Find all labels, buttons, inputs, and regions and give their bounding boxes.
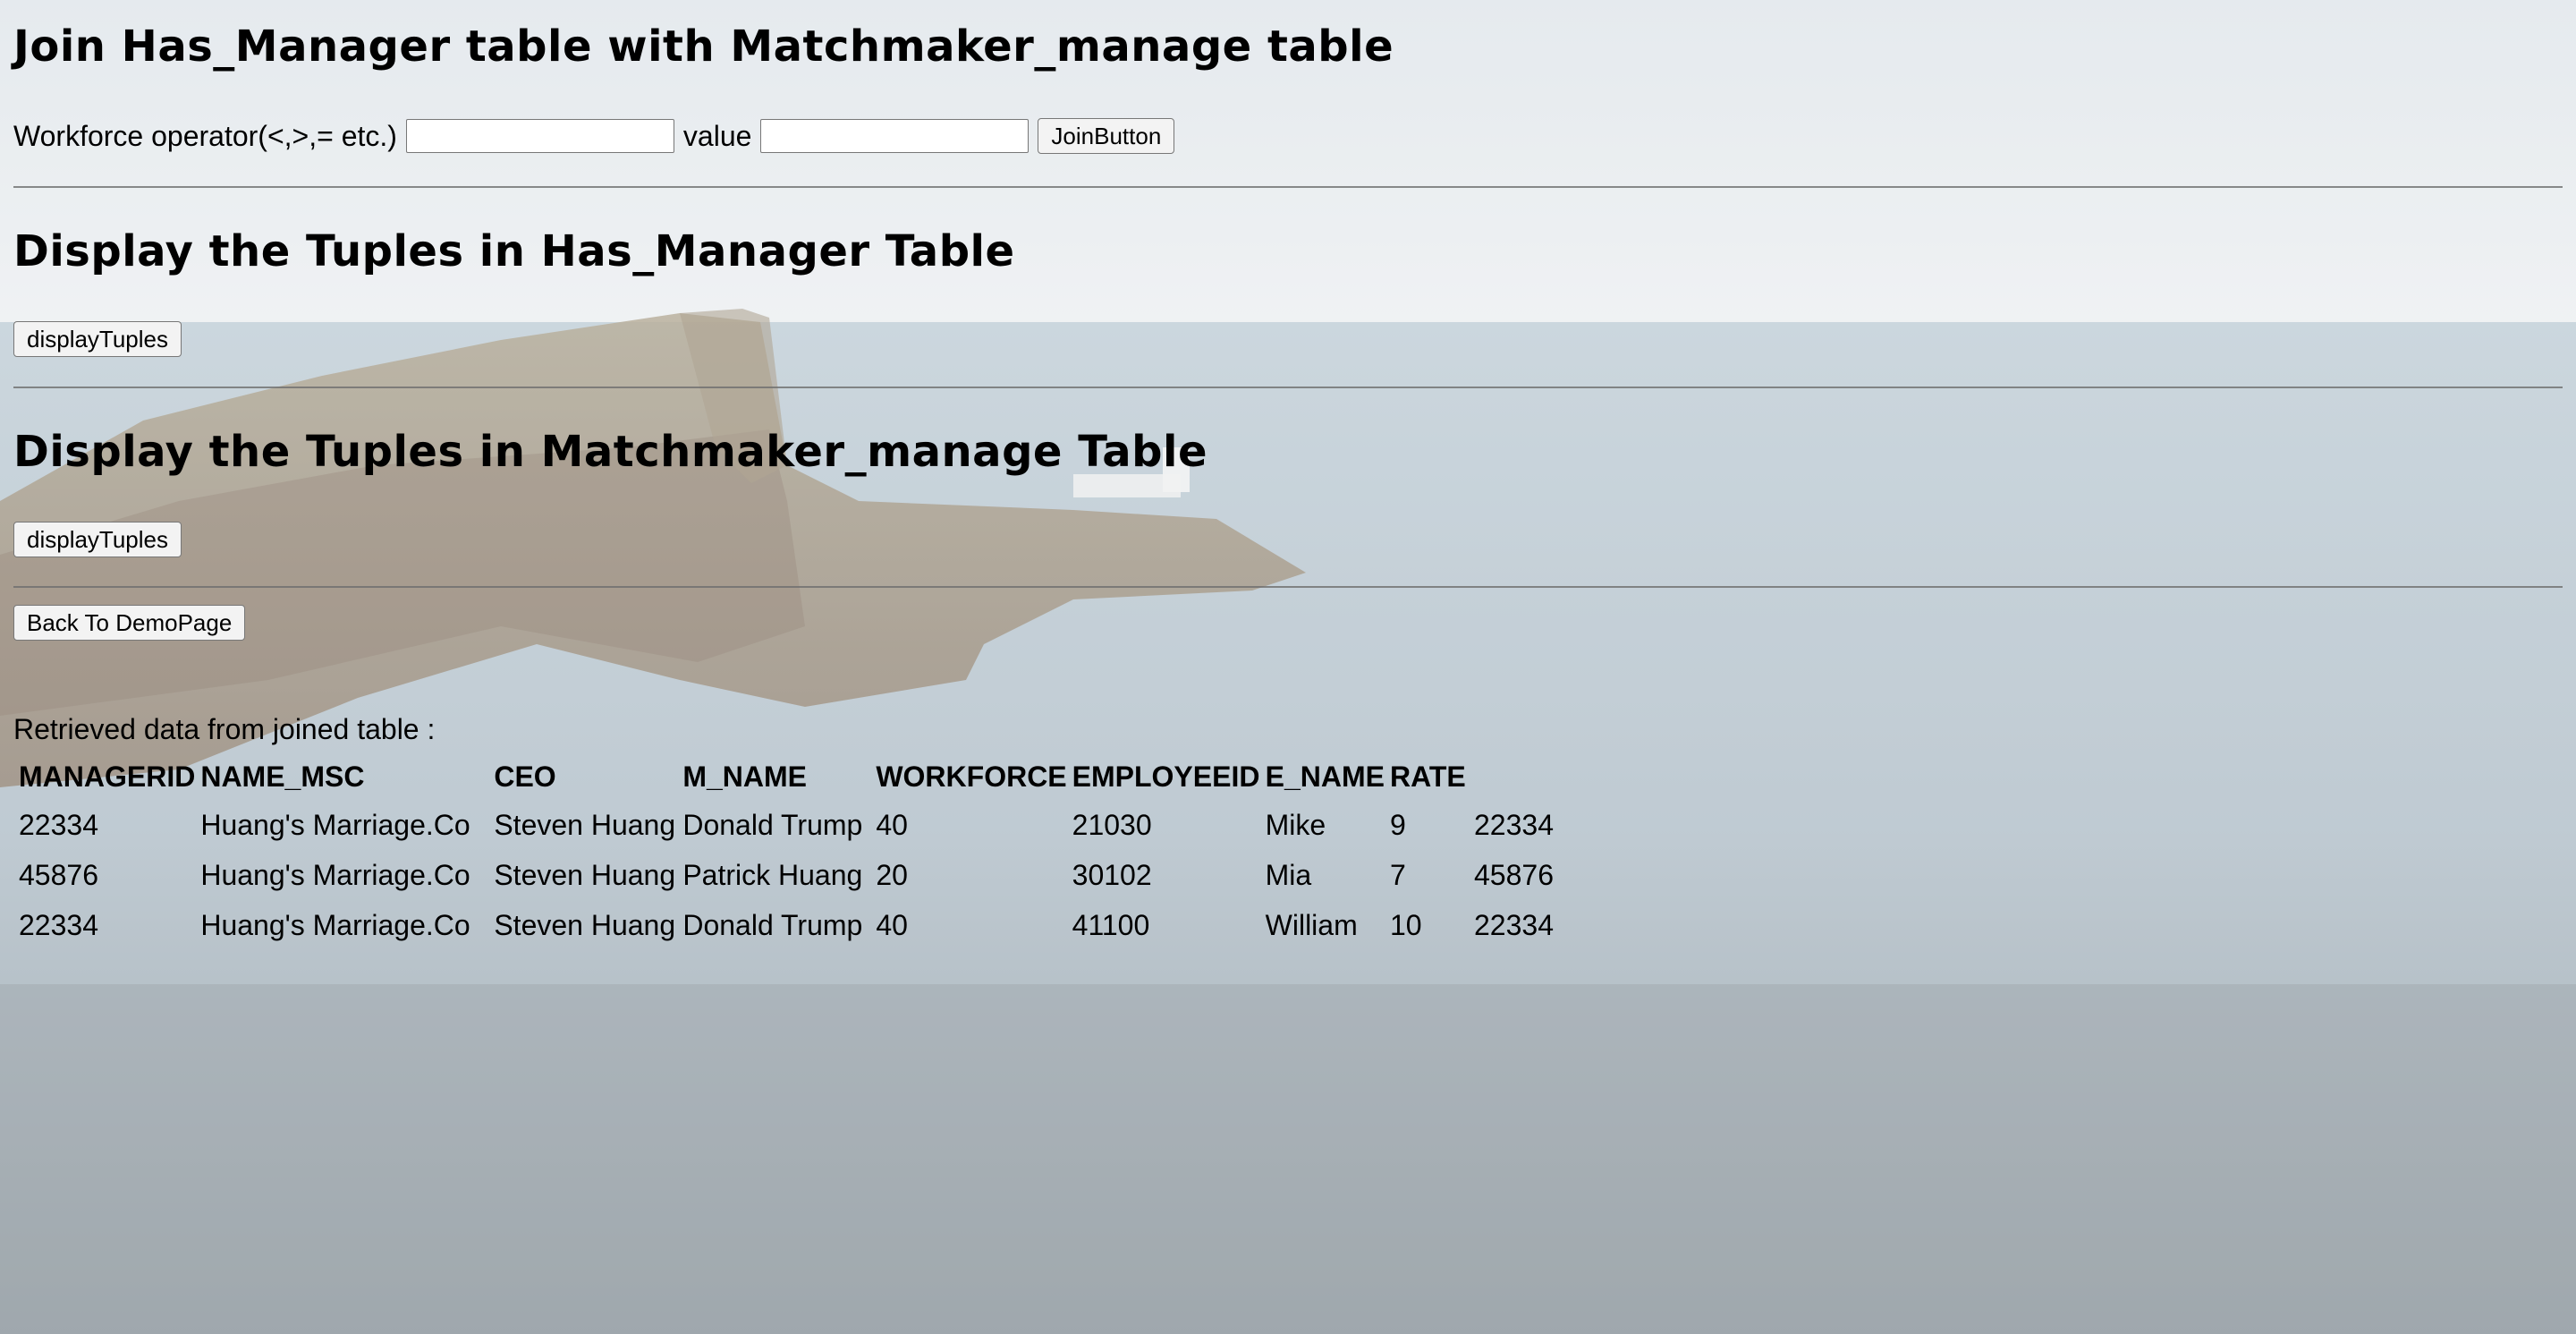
table-cell: 22334 [1474, 808, 1554, 841]
table-cell: 40 [876, 908, 908, 941]
matchmaker-section-title: Display the Tuples in Matchmaker_manage … [13, 427, 1208, 477]
table-header-row: MANAGERID NAME_MSC CEO M_NAME WORKFORCE … [19, 753, 1563, 800]
table-cell: 9 [1390, 808, 1406, 841]
back-to-demo-button[interactable]: Back To DemoPage [13, 605, 246, 641]
operator-input[interactable] [405, 119, 674, 153]
column-header: MANAGERID [19, 760, 196, 793]
display-has-manager-button[interactable]: displayTuples [13, 321, 182, 357]
divider [13, 186, 2563, 188]
table-cell: 21030 [1072, 808, 1152, 841]
table-cell: William [1265, 908, 1358, 941]
results-table: MANAGERID NAME_MSC CEO M_NAME WORKFORCE … [13, 753, 1569, 950]
table-cell: 10 [1390, 908, 1422, 941]
value-input[interactable] [760, 119, 1030, 153]
divider [13, 387, 2563, 388]
join-section-title: Join Has_Manager table with Matchmaker_m… [13, 21, 1394, 72]
table-cell: Mia [1265, 858, 1312, 891]
column-header: NAME_MSC [200, 760, 365, 793]
table-cell: Mike [1265, 808, 1326, 841]
table-cell: Steven Huang [494, 808, 676, 841]
table-cell: 20 [876, 858, 908, 891]
table-cell: 45876 [19, 858, 98, 891]
table-cell: Steven Huang [494, 908, 676, 941]
table-cell: Steven Huang [494, 858, 676, 891]
table-cell: 22334 [19, 908, 98, 941]
table-cell: 22334 [1474, 908, 1554, 941]
table-cell: 40 [876, 808, 908, 841]
table-row: 22334 Huang's Marriage.Co Steven Huang D… [19, 900, 1563, 950]
table-row: 45876 Huang's Marriage.Co Steven Huang P… [19, 850, 1563, 900]
table-row: 22334 Huang's Marriage.Co Steven Huang D… [19, 800, 1563, 850]
column-header: E_NAME [1265, 760, 1385, 793]
table-cell: Donald Trump [682, 808, 863, 841]
join-button[interactable]: JoinButton [1038, 118, 1175, 154]
divider [13, 586, 2563, 588]
table-cell: Huang's Marriage.Co [200, 808, 470, 841]
table-cell: 45876 [1474, 858, 1554, 891]
column-header: WORKFORCE [876, 760, 1067, 793]
table-cell: 7 [1390, 858, 1406, 891]
background-landscape-image [0, 0, 2576, 1334]
table-cell: Huang's Marriage.Co [200, 908, 470, 941]
table-cell: Patrick Huang [682, 858, 863, 891]
has-manager-section-title: Display the Tuples in Has_Manager Table [13, 226, 1015, 276]
display-matchmaker-button[interactable]: displayTuples [13, 522, 182, 557]
column-header-blank [1474, 753, 1563, 800]
table-cell: 22334 [19, 808, 98, 841]
operator-label: Workforce operator(<,>,= etc.) [13, 119, 397, 152]
table-cell: Donald Trump [682, 908, 863, 941]
column-header: CEO [494, 760, 556, 793]
results-caption: Retrieved data from joined table : [13, 713, 436, 745]
table-cell: 30102 [1072, 858, 1152, 891]
value-label: value [682, 119, 752, 152]
column-header: M_NAME [682, 760, 807, 793]
column-header: RATE [1390, 760, 1466, 793]
join-form: Workforce operator(<,>,= etc.) value Joi… [13, 118, 1175, 154]
column-header: EMPLOYEEID [1072, 760, 1260, 793]
table-cell: Huang's Marriage.Co [200, 858, 470, 891]
table-cell: 41100 [1072, 908, 1150, 941]
